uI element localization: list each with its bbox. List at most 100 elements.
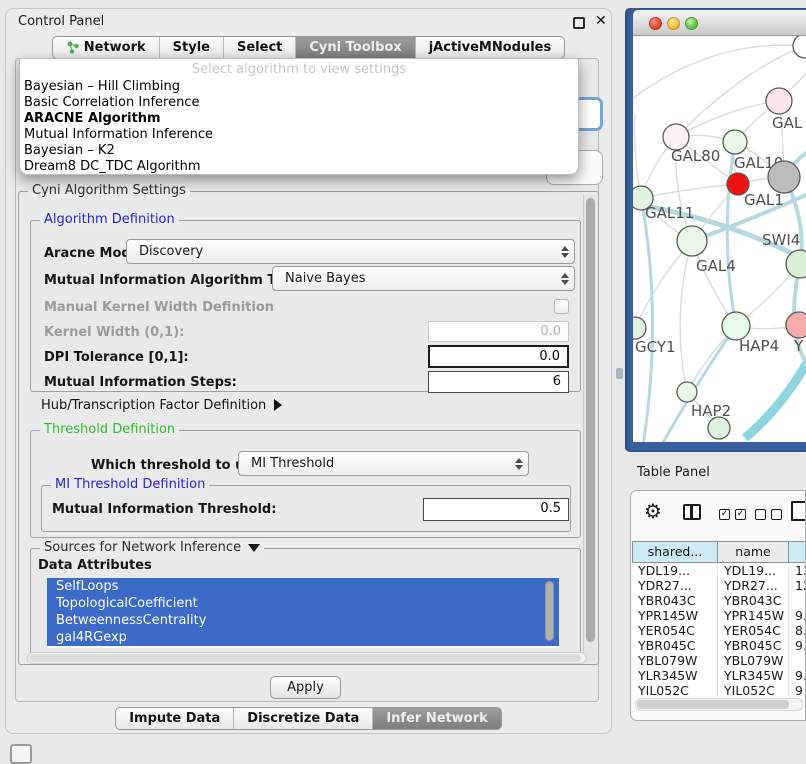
node-label: GCY1 (635, 338, 676, 356)
settings-vertical-scrollbar[interactable] (583, 195, 596, 661)
dpi-tolerance-field[interactable]: 0.0 (428, 345, 569, 368)
network-canvas[interactable]: GALGAL80GAL10GAL1GAL11SWI4GAL4GCY1HAP4YH… (633, 36, 806, 442)
column-header[interactable]: shared... (632, 541, 718, 563)
node-HAP2[interactable] (677, 382, 697, 402)
table-body: YDL19...YDL19...13YDR27...YDR27...12YBR0… (632, 563, 806, 696)
list-scrollbar-thumb[interactable] (545, 581, 554, 641)
which-threshold-select[interactable]: MI Threshold (238, 451, 529, 476)
mi-threshold-group: MI Threshold Definition Mutual Informati… (41, 485, 571, 532)
table-row[interactable]: YBR045CYBR045C9. (632, 638, 806, 653)
network-node[interactable] (793, 36, 806, 58)
checked-checkbox-icon[interactable]: ✓ (719, 509, 730, 520)
aracne-mode-value: Discovery (139, 244, 203, 259)
tab-jactivemnodules[interactable]: jActiveMNodules (415, 37, 565, 58)
tab-infer-network[interactable]: Infer Network (372, 708, 500, 729)
node-label: GAL11 (645, 204, 694, 222)
minimized-panel-icon[interactable] (10, 744, 32, 764)
aracne-mode-select[interactable]: Discovery (126, 239, 575, 264)
table-cell: YDR27... (718, 578, 789, 593)
table-row[interactable]: YDR27...YDR27...12 (632, 578, 806, 593)
table-cell: YBR043C (632, 593, 718, 608)
attribute-item[interactable]: SelfLoops (47, 578, 559, 595)
settings-horizontal-scrollbar[interactable] (27, 652, 587, 664)
network-window-titlebar[interactable] (633, 10, 806, 36)
attribute-item[interactable]: gal4RGexp (47, 629, 559, 646)
table-cell: YDL19... (718, 563, 789, 578)
node-GCY1[interactable] (633, 317, 646, 339)
node-label: GAL4 (696, 257, 736, 275)
tab-label: Cyni Toolbox (309, 40, 401, 55)
unchecked-checkbox-icon[interactable] (755, 509, 766, 520)
network-node[interactable] (708, 417, 730, 439)
mi-threshold-field[interactable]: 0.5 (423, 498, 569, 521)
tab-impute-data[interactable]: Impute Data (116, 708, 233, 729)
column-header[interactable]: name (718, 541, 789, 563)
table-row[interactable]: YPR145WYPR145W9. (632, 608, 806, 623)
node-label: Y (793, 337, 804, 355)
kernel-width-field[interactable]: 0.0 (428, 321, 569, 342)
minimize-traffic-light[interactable] (667, 17, 680, 30)
tab-network[interactable]: Network (53, 37, 159, 58)
manual-kernel-checkbox[interactable] (554, 299, 569, 314)
node-HAP4[interactable] (722, 312, 750, 340)
table-horizontal-scrollbar[interactable] (635, 698, 803, 711)
tab-label: Network (84, 40, 146, 55)
zoom-traffic-light[interactable] (685, 17, 698, 30)
attribute-item[interactable]: TopologicalCoefficient (47, 595, 559, 612)
node-label: SWI4 (762, 231, 800, 249)
file-icon[interactable] (791, 501, 806, 521)
tab-cyni-toolbox[interactable]: Cyni Toolbox (295, 37, 414, 58)
float-panel-icon[interactable] (573, 17, 585, 29)
algorithm-option[interactable]: Bayesian – Hill Climbing (24, 79, 574, 95)
data-attributes-list[interactable]: SelfLoopsTopologicalCoefficientBetweenne… (47, 578, 559, 648)
hub-definition-label: Hub/Transcription Factor Definition (41, 398, 266, 413)
stepper-arrows-icon (561, 246, 569, 258)
columns-icon[interactable] (683, 504, 701, 520)
expand-right-icon (274, 399, 282, 411)
network-edge (680, 241, 692, 392)
network-node[interactable] (768, 161, 800, 193)
threshold-definition-title: Threshold Definition (40, 422, 179, 437)
table-row[interactable]: YLR345WYLR345W9. (632, 668, 806, 683)
mi-type-value: Naive Bayes (285, 271, 365, 286)
node-Y[interactable] (786, 312, 806, 338)
tab-label: Style (173, 40, 210, 55)
panel-splitter-handle[interactable] (616, 368, 623, 379)
mi-steps-field[interactable]: 6 (428, 371, 569, 393)
algorithm-option[interactable]: Basic Correlation Inference (24, 95, 574, 111)
tab-discretize-data[interactable]: Discretize Data (233, 708, 372, 729)
mi-type-label: Mutual Information Algorithm Type: (44, 273, 307, 288)
column-header[interactable]: A (789, 541, 806, 563)
table-cell: 13 (789, 563, 806, 578)
table-row[interactable]: YER054CYER054C8. (632, 623, 806, 638)
gear-icon[interactable]: ⚙ (644, 501, 662, 521)
apply-button[interactable]: Apply (270, 676, 341, 699)
attribute-item[interactable]: BetweennessCentrality (47, 612, 559, 629)
node-GAL4[interactable] (677, 226, 707, 256)
sources-group-title[interactable]: Sources for Network Inference (40, 540, 264, 555)
algorithm-option[interactable]: Dream8 DC_TDC Algorithm (24, 159, 574, 175)
tab-style[interactable]: Style (159, 37, 223, 58)
node-GAL10[interactable] (723, 130, 747, 154)
tab-select[interactable]: Select (223, 37, 295, 58)
node-label: GAL1 (744, 191, 784, 209)
sources-group: Sources for Network Inference Data Attri… (30, 548, 581, 660)
mi-threshold-group-title: MI Threshold Definition (51, 477, 209, 492)
unchecked-checkbox-icon[interactable] (771, 509, 782, 520)
table-row[interactable]: YBR043CYBR043C (632, 593, 806, 608)
algorithm-option[interactable]: Mutual Information Inference (24, 127, 574, 143)
close-icon[interactable]: ✕ (595, 13, 607, 29)
checked-checkbox-icon[interactable]: ✓ (735, 509, 746, 520)
close-traffic-light[interactable] (649, 17, 662, 30)
table-cell: 8. (789, 623, 806, 638)
mi-type-select[interactable]: Naive Bayes (272, 266, 575, 291)
algorithm-option[interactable]: ARACNE Algorithm (24, 111, 574, 127)
hub-definition-toggle[interactable]: Hub/Transcription Factor Definition (41, 398, 282, 413)
table-row[interactable]: YIL052CYIL052C9 (632, 683, 806, 696)
node-GAL[interactable] (766, 88, 792, 114)
node-label: HAP4 (739, 337, 779, 355)
table-row[interactable]: YBL079WYBL079W (632, 653, 806, 668)
stepper-arrows-icon (515, 458, 523, 470)
algorithm-option[interactable]: Bayesian – K2 (24, 143, 574, 159)
table-row[interactable]: YDL19...YDL19...13 (632, 563, 806, 578)
